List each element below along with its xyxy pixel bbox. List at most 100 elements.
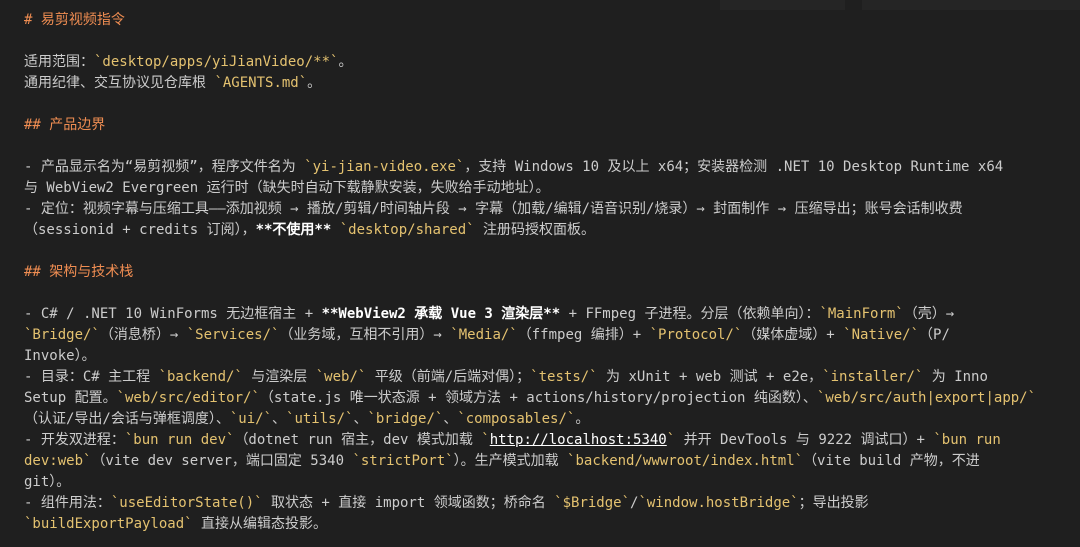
inline-code: dev:web` [24,453,92,469]
text: Setup 配置。 [24,390,117,406]
markdown-editor[interactable]: # 易剪视频指令 适用范围：`desktop/apps/yiJianVideo/… [24,10,1064,535]
inline-code: `Native/` [843,327,920,343]
text: ）。生产模式加载 [453,453,568,469]
arch-bullet-4: - 组件用法：`useEditorState()` 取状态 + 直接 impor… [24,493,1064,514]
editor-tab-strip [0,0,1080,10]
arch-bullet-1-cont: `Bridge/`（消息桥）→ `Services/`（业务域，互相不引用）→ … [24,325,1064,346]
text: - C# / .NET 10 WinForms 无边框宿主 + [24,306,322,322]
inline-code: `web/src/editor/` [116,390,260,406]
text: ，支持 Windows 10 及以上 x64；安装器检测 .NET 10 Des… [464,159,1004,175]
scope-line: 适用范围：`desktop/apps/yiJianVideo/**`。 [24,52,1064,73]
product-bullet-1: - 产品显示名为“易剪视频”，程序文件名为 `yi-jian-video.exe… [24,157,1064,178]
text: 与 WebView2 Evergreen 运行时（缺失时自动下载静默安装，失败给… [24,180,550,196]
common-rules-line: 通用纪律、交互协议见仓库根 `AGENTS.md`。 [24,73,1064,94]
text: （壳）→ [903,306,955,322]
text [331,222,339,238]
inline-code: `bun run dev` [124,432,235,448]
arch-bullet-1-cont: Invoke）。 [24,346,1064,367]
inline-code: `buildExportPayload` [24,516,193,532]
inline-code: `installer/` [822,369,924,385]
inline-code: `desktop/apps/yiJianVideo/**` [94,54,339,70]
product-bullet-2: - 定位：视频字幕与压缩工具——添加视频 → 播放/剪辑/时间轴片段 → 字幕（… [24,199,1064,220]
text: （state.js 唯一状态源 + 领域方法 + actions/history… [259,390,817,406]
text: （ffmpeg 编排）+ [517,327,650,343]
arch-bullet-3-cont: git）。 [24,472,1064,493]
text: （dotnet run 宿主，dev 模式加载 [234,432,482,448]
product-bullet-1-cont: 与 WebView2 Evergreen 运行时（缺失时自动下载静默安装，失败给… [24,178,1064,199]
inline-code: `web/src/auth|export|app/` [816,390,1037,406]
text: + FFmpeg 子进程。分层（依赖单向）： [560,306,820,322]
heading-title: # 易剪视频指令 [24,12,125,28]
inline-code: `MainForm` [819,306,904,322]
text: git）。 [24,474,71,490]
arch-bullet-2-cont: （认证/导出/会话与弹框调度）、`ui/`、`utils/`、`bridge/`… [24,409,1064,430]
text: （认证/导出/会话与弹框调度）、 [24,411,230,427]
text: 注册码授权面板。 [474,222,596,238]
text: 、 [272,411,287,427]
text: （消息桥）→ [99,327,187,343]
text: （P/ [919,327,950,343]
inline-code: `strictPort` [352,453,454,469]
inline-code: `Protocol/` [649,327,743,343]
inline-code: `yi-jian-video.exe` [304,159,465,175]
text: 适用范围： [24,54,94,70]
text: 为 xUnit + web 测试 + e2e， [597,369,823,385]
editor-tab[interactable] [862,0,1080,10]
inline-code: `AGENTS.md` [214,75,308,91]
text: - 定位：视频字幕与压缩工具——添加视频 → 播放/剪辑/时间轴片段 → 字幕（… [24,201,963,217]
arch-bullet-1: - C# / .NET 10 WinForms 无边框宿主 + **WebVie… [24,304,1064,325]
text: 为 Inno [923,369,988,385]
text: （媒体虚域）+ [742,327,844,343]
inline-code: ` [666,432,676,448]
text: （sessionid + credits 订阅）， [24,222,256,238]
inline-code: `bridge/` [367,411,444,427]
inline-code: `tests/` [530,369,598,385]
inline-code: `utils/` [286,411,354,427]
text: 。 [338,54,353,70]
inline-code: `Bridge/` [24,327,100,343]
text: - 开发双进程： [24,432,125,448]
arch-bullet-2: - 目录：C# 主工程 `backend/` 与渲染层 `web/` 平级（前端… [24,367,1064,388]
localhost-link[interactable]: http://localhost:5340 [490,432,667,448]
text: Invoke）。 [24,348,96,364]
inline-code: `useEditorState()` [110,495,263,511]
text: 、 [353,411,368,427]
inline-code: `Media/` [450,327,518,343]
text: 取状态 + 直接 import 领域函数；桥命名 [262,495,555,511]
text: - 产品显示名为“易剪视频”，程序文件名为 [24,159,305,175]
text: - 目录：C# 主工程 [24,369,159,385]
inline-code: `$Bridge` [554,495,631,511]
text: （业务域，互相不引用）→ [279,327,451,343]
heading-product: ## 产品边界 [24,117,106,133]
text: 平级（前端/后端对偶）； [366,369,531,385]
text: 与渲染层 [242,369,316,385]
text: 通用纪律、交互协议见仓库根 [24,75,215,91]
inline-code: `backend/` [158,369,243,385]
inline-code: `web/` [315,369,367,385]
text: 、 [443,411,458,427]
inline-code: `backend/wwwroot/index.html` [567,453,804,469]
text: （vite dev server，端口固定 5340 [91,453,353,469]
product-bullet-2-cont: （sessionid + credits 订阅），**不使用** `deskto… [24,220,1064,241]
text: （vite build 产物，不进 [803,453,980,469]
arch-bullet-2-cont: Setup 配置。`web/src/editor/`（state.js 唯一状态… [24,388,1064,409]
text: 。 [575,411,590,427]
bold-text: **WebView2 承载 Vue 3 渲染层** [321,306,561,322]
arch-bullet-3: - 开发双进程：`bun run dev`（dotnet run 宿主，dev … [24,430,1064,451]
inline-code: `composables/` [457,411,576,427]
inline-code: `bun run [933,432,1001,448]
inline-code: `ui/` [229,411,273,427]
inline-code: `Services/` [186,327,280,343]
text: 直接从编辑态投影。 [192,516,328,532]
text: 。 [307,75,322,91]
arch-bullet-4-cont: `buildExportPayload` 直接从编辑态投影。 [24,514,1064,535]
inline-code: ` [481,432,490,448]
editor-tab[interactable] [720,0,845,10]
inline-code: `desktop/shared` [339,222,475,238]
inline-code: `window.hostBridge` [638,495,799,511]
